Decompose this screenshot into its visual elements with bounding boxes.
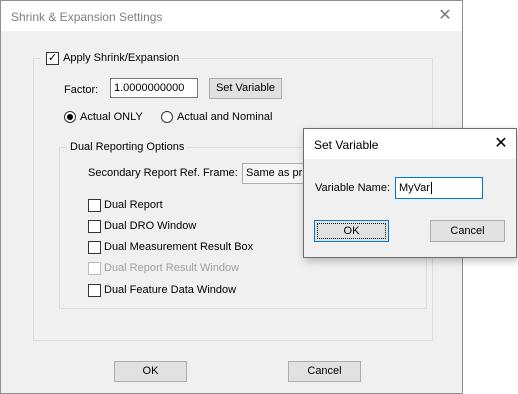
dual-report-result-window-label: Dual Report Result Window [104,262,240,274]
close-icon[interactable]: ✕ [433,6,457,26]
dual-report-checkbox[interactable] [88,199,101,212]
close-icon[interactable]: ✕ [490,134,512,154]
variable-name-input[interactable]: MyVar [395,177,483,199]
apply-shrink-expansion-label[interactable]: Apply Shrink/Expansion [63,52,179,64]
dual-feature-data-window-checkbox[interactable] [88,284,101,297]
cancel-button[interactable]: Cancel [288,361,361,382]
radio-selected-dot [67,114,73,120]
dual-report-label[interactable]: Dual Report [104,199,163,211]
set-variable-dialog: Set Variable ✕ Variable Name: MyVar OK C… [303,128,517,258]
factor-label: Factor: [64,84,99,96]
apply-shrink-expansion-checkbox[interactable]: ✓ [46,51,59,65]
set-variable-ok-button[interactable]: OK [314,220,389,242]
set-variable-title: Set Variable [314,138,379,152]
dual-measurement-result-box-label[interactable]: Dual Measurement Result Box [104,241,253,253]
dual-measurement-result-box-checkbox[interactable] [88,241,101,254]
actual-and-nominal-radio[interactable] [161,111,173,123]
ok-button[interactable]: OK [114,361,187,382]
dialog-title: Shrink & Expansion Settings [11,10,163,24]
variable-name-value: MyVar [399,182,430,194]
variable-name-label: Variable Name: [315,182,390,194]
secondary-frame-select[interactable]: Same as pri [242,163,312,184]
title-bar: Shrink & Expansion Settings ✕ [1,1,462,31]
apply-shrink-expansion-legend: ✓ Apply Shrink/Expansion [40,51,183,65]
set-variable-title-bar: Set Variable ✕ [304,129,516,159]
checkmark-icon: ✓ [47,51,58,64]
text-caret [430,182,432,195]
dual-reporting-legend: Dual Reporting Options [67,141,188,153]
factor-input[interactable]: 1.0000000000 [110,78,198,98]
dual-dro-window-checkbox[interactable] [88,220,101,233]
actual-only-label[interactable]: Actual ONLY [80,111,143,123]
dual-report-result-window-checkbox [88,262,101,275]
set-variable-button[interactable]: Set Variable [209,78,282,99]
set-variable-cancel-button[interactable]: Cancel [430,220,505,242]
secondary-frame-label: Secondary Report Ref. Frame: [88,167,238,179]
actual-and-nominal-label[interactable]: Actual and Nominal [177,111,272,123]
dual-feature-data-window-label[interactable]: Dual Feature Data Window [104,284,236,296]
dual-dro-window-label[interactable]: Dual DRO Window [104,220,196,232]
actual-only-radio[interactable] [64,111,76,123]
